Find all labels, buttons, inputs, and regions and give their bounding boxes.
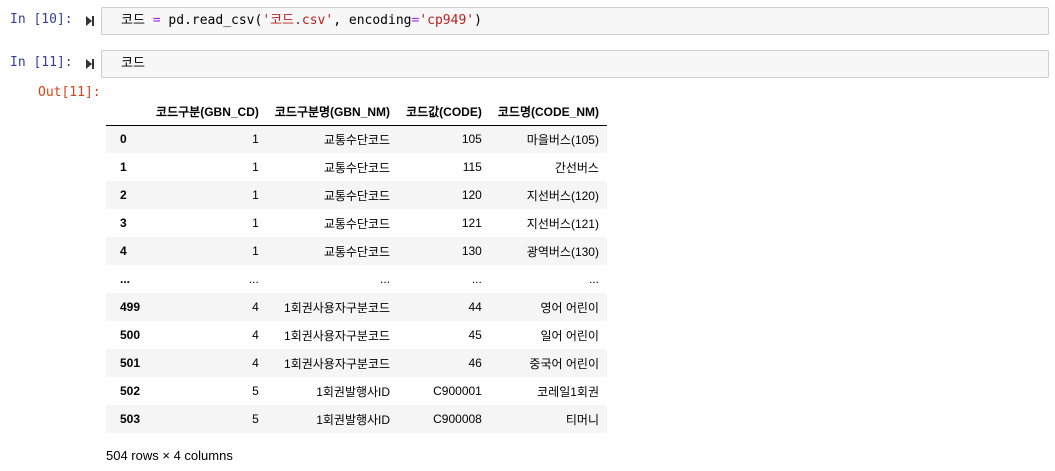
table-cell: C900001 xyxy=(433,384,482,398)
code-token-kwarg: , encoding xyxy=(333,13,412,28)
table-cell: ... xyxy=(588,272,599,286)
table-cell: 지선버스(120) xyxy=(526,188,599,203)
table-cell: 지선버스(121) xyxy=(526,216,599,231)
table-cell: 마을버스(105) xyxy=(526,132,599,147)
table-cell: 교통수단코드 xyxy=(323,160,391,175)
row-index: 2 xyxy=(120,188,127,202)
table-cell: 121 xyxy=(461,216,482,230)
code-text: 코드 xyxy=(121,56,145,71)
input-prompt-10: In [10]: xyxy=(10,12,73,27)
table-cell: 중국어 어린이 xyxy=(529,356,599,371)
table-cell: 4 xyxy=(252,328,259,342)
table-row: 0 1 교통수단코드 105 마을버스(105) xyxy=(106,125,607,153)
code-token-string: '코드.csv' xyxy=(262,13,334,28)
table-row: 501 4 1회권사용자구분코드 46 중국어 어린이 xyxy=(106,349,607,377)
table-cell: 티머니 xyxy=(565,412,599,427)
table-row: 500 4 1회권사용자구분코드 45 일어 어린이 xyxy=(106,321,607,349)
table-cell: 45 xyxy=(468,328,482,342)
table-cell: 5 xyxy=(252,384,259,398)
index-header xyxy=(106,99,149,126)
table-cell: ... xyxy=(471,272,482,286)
row-index: 3 xyxy=(120,216,127,230)
table-cell: 교통수단코드 xyxy=(323,244,391,259)
table-row: 3 1 교통수단코드 121 지선버스(121) xyxy=(106,209,607,237)
table-cell: 교통수단코드 xyxy=(323,132,391,147)
row-index: 0 xyxy=(120,132,127,147)
table-cell: ... xyxy=(380,272,391,286)
dataframe-table: 코드구분(GBN_CD) 코드구분명(GBN_NM) 코드값(CODE) 코드명(CO… xyxy=(106,99,607,433)
row-index: 503 xyxy=(120,412,141,426)
table-cell: 1회권사용자구분코드 xyxy=(284,328,391,343)
table-row: 2 1 교통수단코드 120 지선버스(120) xyxy=(106,181,607,209)
table-header-row: 코드구분(GBN_CD) 코드구분명(GBN_NM) 코드값(CODE) 코드명(CO… xyxy=(106,99,607,126)
column-header: 코드값(CODE) xyxy=(398,99,490,126)
code-token-var: 코드 xyxy=(121,13,153,28)
run-cell-icon[interactable] xyxy=(85,58,95,70)
table-cell: 4 xyxy=(252,356,259,370)
table-cell: 교통수단코드 xyxy=(323,216,391,231)
table-cell: 일어 어린이 xyxy=(540,328,599,343)
row-index: 502 xyxy=(120,384,141,398)
code-token-paren: ) xyxy=(474,13,482,28)
table-cell: 1회권사용자구분코드 xyxy=(284,356,391,371)
table-cell: 1회권사용자구분코드 xyxy=(284,300,391,315)
column-header: 코드구분(GBN_CD) xyxy=(148,99,267,126)
table-row: 502 5 1회권발행사ID C900001 코레일1회권 xyxy=(106,377,607,405)
table-cell: 115 xyxy=(462,160,482,174)
column-header: 코드구분명(GBN_NM) xyxy=(266,99,399,126)
code-token-op: = xyxy=(152,13,161,28)
table-cell: 코레일1회권 xyxy=(537,384,599,399)
column-header: 코드명(CODE_NM) xyxy=(489,99,607,126)
code-input-10[interactable]: 코드 = pd.read_csv('코드.csv', encoding='cp9… xyxy=(101,7,1049,35)
table-row: 503 5 1회권발행사ID C900008 티머니 xyxy=(106,405,607,433)
table-cell: 간선버스 xyxy=(554,160,599,175)
table-cell: 105 xyxy=(461,132,482,147)
table-cell: 44 xyxy=(468,300,482,314)
table-cell: 5 xyxy=(252,412,259,426)
table-row: 4 1 교통수단코드 130 광역버스(130) xyxy=(106,237,607,265)
table-cell: 교통수단코드 xyxy=(323,188,391,203)
run-cell-icon[interactable] xyxy=(85,15,95,27)
code-token-call: pd.read_csv( xyxy=(160,13,263,28)
input-prompt-11: In [11]: xyxy=(10,55,73,70)
table-cell: 광역버스(130) xyxy=(526,244,599,259)
table-cell: 120 xyxy=(461,188,482,202)
row-index: ... xyxy=(120,272,131,286)
table-row: 1 1 교통수단코드 115 간선버스 xyxy=(106,153,607,181)
table-cell: 130 xyxy=(461,244,482,258)
table-cell: 1 xyxy=(252,216,259,230)
table-cell: C900008 xyxy=(433,412,482,426)
row-index: 1 xyxy=(120,160,127,174)
table-cell: 1회권발행사ID xyxy=(316,412,391,427)
code-input-11[interactable]: 코드 xyxy=(101,50,1049,78)
table-cell: 1 xyxy=(252,188,259,202)
table-row: ............... xyxy=(106,265,607,293)
table-cell: ... xyxy=(248,272,259,286)
code-token-string: 'cp949' xyxy=(419,13,475,28)
row-index: 4 xyxy=(120,244,127,258)
table-body: 0 1 교통수단코드 105 마을버스(105) 1 1 교통수단코드 115 간선버스 2 1 교통수… xyxy=(106,125,607,433)
table-cell: 1 xyxy=(252,160,259,174)
row-index: 501 xyxy=(120,356,141,370)
table-cell: 영어 어린이 xyxy=(540,300,599,315)
table-cell: 4 xyxy=(252,300,259,314)
table-cell: 1 xyxy=(252,132,259,147)
output-prompt-11: Out[11]: xyxy=(38,85,101,100)
row-index: 499 xyxy=(120,300,141,314)
table-cell: 46 xyxy=(468,356,482,370)
table-cell: 1회권발행사ID xyxy=(316,384,391,399)
dataframe-summary: 504 rows × 4 columns xyxy=(106,448,233,463)
row-index: 500 xyxy=(120,328,141,342)
table-row: 499 4 1회권사용자구분코드 44 영어 어린이 xyxy=(106,293,607,321)
table-cell: 1 xyxy=(252,244,259,258)
